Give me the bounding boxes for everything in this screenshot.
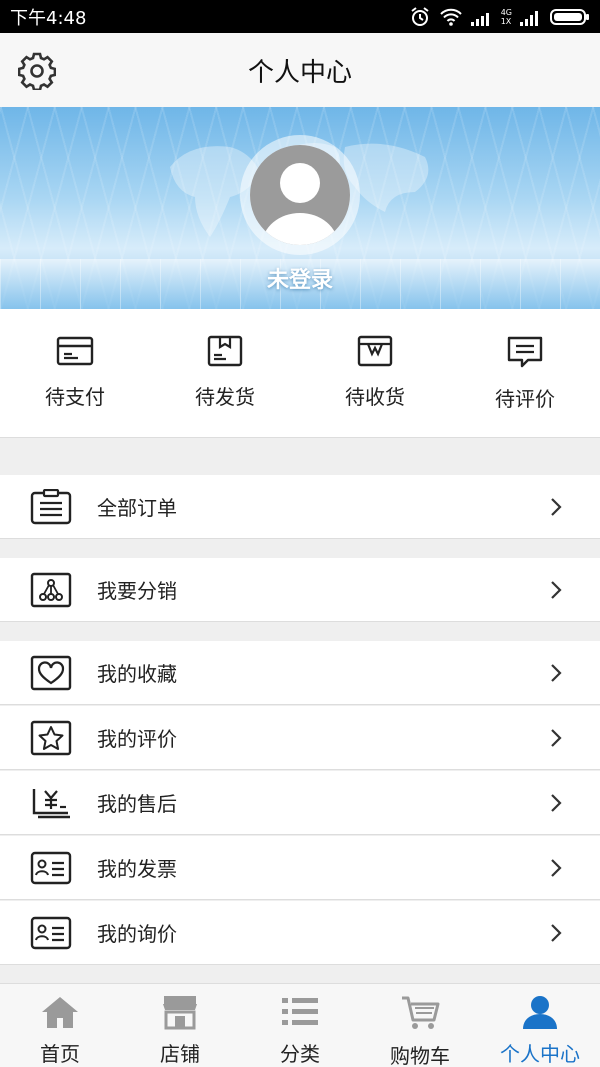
nav-home[interactable]: 首页 [0,984,120,1067]
order-label: 待评价 [495,387,555,411]
menu-item-favorites[interactable]: 我的收藏 [0,641,600,705]
order-label: 待支付 [45,385,105,409]
alarm-icon [411,6,429,26]
page-title: 个人中心 [247,57,352,88]
menu-item-inquiries[interactable]: 我的询价 [0,901,600,965]
chevron-right-icon [551,924,562,942]
nav-cart[interactable]: 购物车 [360,984,480,1067]
nav-shop[interactable]: 店铺 [120,984,240,1067]
clipboard-icon [30,489,72,525]
chevron-right-icon [551,859,562,877]
signal-4g-icon [470,12,489,26]
header: 个人中心 [0,33,600,107]
nav-label: 店铺 [160,1042,200,1066]
menu-label: 我的发票 [97,857,177,881]
home-icon [39,994,81,1030]
cart-icon [399,994,441,1032]
chevron-right-icon [551,794,562,812]
bottom-navigation: 首页 店铺 分类 购物车 个人中心 [0,983,600,1067]
star-icon [30,720,72,756]
yen-receipt-icon [32,789,70,819]
order-pending-receipt[interactable]: 待收货 [300,309,450,437]
chevron-right-icon [551,581,562,599]
card-icon [56,336,94,366]
avatar-ring[interactable] [240,135,360,255]
nav-label: 分类 [280,1042,320,1066]
user-avatar-icon[interactable] [250,145,350,245]
network-icon [30,572,72,608]
order-pending-review[interactable]: 待评价 [450,309,600,437]
chevron-right-icon [551,498,562,516]
menu-label: 我的收藏 [97,662,177,686]
avatar-silhouette [250,145,350,245]
chevron-right-icon [551,664,562,682]
order-status-row: 待支付 待发货 待收货 待评价 [0,309,600,438]
menu-label: 我的询价 [97,922,177,946]
nav-label: 购物车 [390,1044,450,1067]
menu-item-invoices[interactable]: 我的发票 [0,836,600,900]
nav-category[interactable]: 分类 [240,984,360,1067]
settings-button[interactable] [18,52,56,90]
network-type: 4G 1X [500,7,512,26]
order-label: 待收货 [345,385,405,409]
package-open-icon [357,335,393,367]
nav-profile[interactable]: 个人中心 [480,984,600,1067]
order-label: 待发货 [195,385,255,409]
menu-item-distribution[interactable]: 我要分销 [0,558,600,622]
status-bar: 下午4:48 4G 1X [0,0,600,33]
order-pending-payment[interactable]: 待支付 [0,309,150,437]
menu-label: 我的售后 [97,792,177,816]
menu-item-after-sales[interactable]: 我的售后 [0,771,600,835]
wifi-icon [439,8,462,26]
list-icon [279,994,321,1030]
profile-banner: 未登录 [0,107,600,309]
status-icons: 4G 1X [409,6,590,28]
menu-label: 我要分销 [97,579,177,603]
menu-item-all-orders[interactable]: 全部订单 [0,475,600,539]
heart-icon [30,655,72,691]
nav-label: 首页 [40,1042,80,1066]
inquiry-card-icon [30,916,72,950]
order-pending-shipment[interactable]: 待发货 [150,309,300,437]
gear-icon [18,52,56,90]
battery-icon [550,8,589,25]
menu-label: 我的评价 [97,727,177,751]
invoice-card-icon [30,851,72,885]
login-status-text[interactable]: 未登录 [0,262,600,294]
chevron-right-icon [551,729,562,747]
menu-label: 全部订单 [97,496,177,520]
user-icon [519,994,561,1030]
signal-icon [520,10,538,26]
nav-label: 个人中心 [500,1042,580,1066]
menu-item-my-reviews[interactable]: 我的评价 [0,706,600,770]
status-time: 下午4:48 [10,7,87,29]
shop-icon [159,994,201,1030]
comment-icon [507,336,543,368]
box-icon [207,335,243,367]
